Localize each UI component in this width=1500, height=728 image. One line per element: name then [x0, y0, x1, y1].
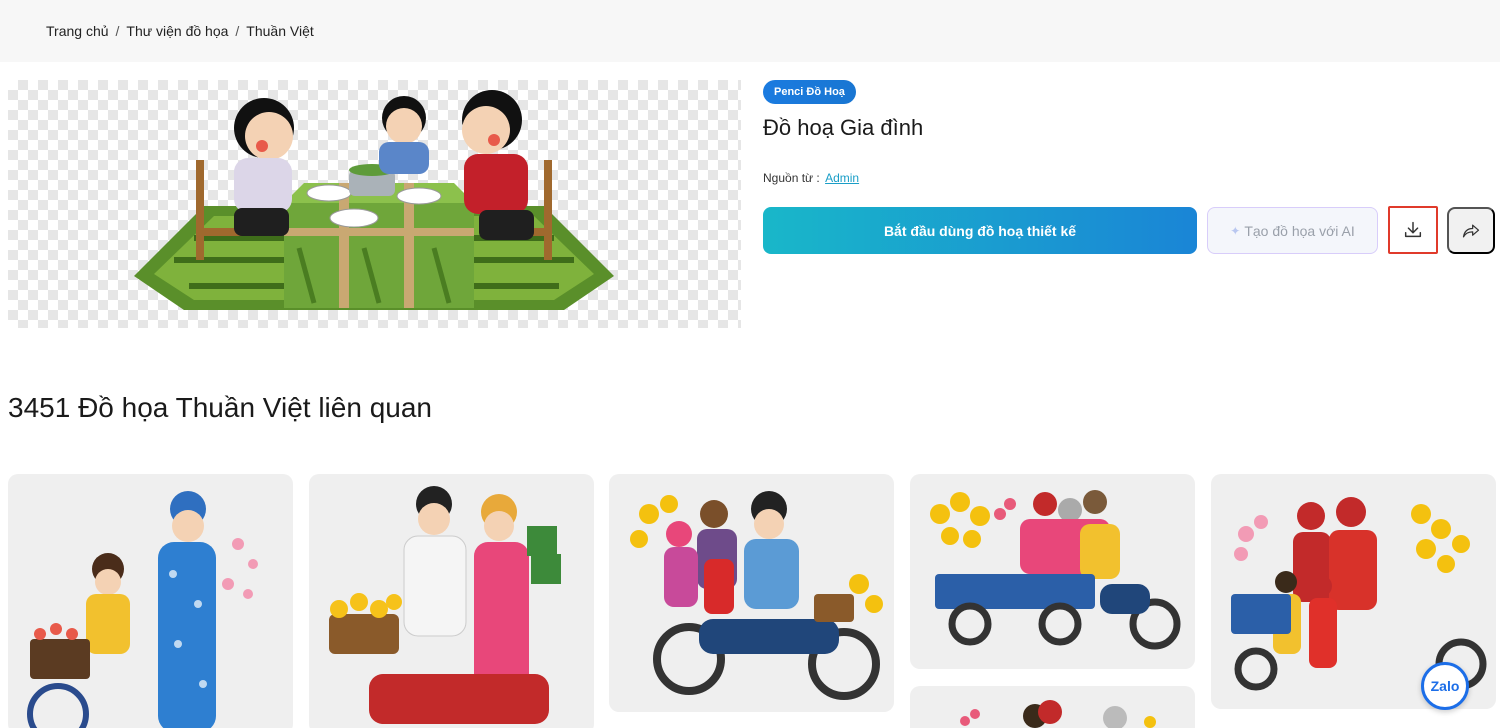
breadcrumb-current[interactable]: Thuần Việt [246, 23, 313, 39]
breadcrumb-home[interactable]: Trang chủ [46, 23, 109, 39]
create-ai-graphic-button[interactable]: ✦ Tạo đồ họa với AI [1207, 207, 1378, 254]
ao-dai-mother-son-bicycle-image [27, 491, 258, 728]
family-tricycle-cart-image [930, 490, 1181, 650]
sparkle-icon: ✦ [1230, 223, 1241, 238]
breadcrumb: Trang chủ / Thư viện đồ họa / Thuần Việt [46, 23, 314, 39]
related-graphic-card[interactable] [910, 474, 1195, 669]
breadcrumb-graphics-library[interactable]: Thư viện đồ họa [126, 23, 228, 39]
create-ai-graphic-label: Tạo đồ họa với AI [1244, 222, 1355, 239]
related-graphic-card[interactable] [8, 474, 293, 728]
family-meal-illustration [134, 90, 614, 310]
source-label: Nguồn từ : [763, 171, 820, 185]
family-motorbike-flowers-image [630, 491, 883, 700]
download-icon [1404, 221, 1422, 238]
source-author-link[interactable]: Admin [825, 171, 859, 185]
share-icon [1462, 224, 1480, 237]
breadcrumb-bar: Trang chủ / Thư viện đồ họa / Thuần Việt [0, 0, 1500, 62]
related-graphic-card[interactable] [609, 474, 894, 712]
family-flowers-image-partial [960, 700, 1156, 728]
breadcrumb-separator: / [235, 23, 240, 39]
source-line: Nguồn từ : Admin [763, 171, 859, 185]
related-graphics-heading: 3451 Đồ họa Thuần Việt liên quan [8, 392, 432, 423]
share-button[interactable] [1447, 207, 1495, 254]
category-badge: Penci Đồ Hoạ [763, 80, 856, 104]
related-graphic-card[interactable] [910, 686, 1195, 728]
zalo-chat-button[interactable]: Zalo [1421, 662, 1469, 710]
start-design-button[interactable]: Bắt đầu dùng đồ hoạ thiết kế [763, 207, 1197, 254]
graphic-preview [8, 80, 741, 328]
related-graphic-card[interactable] [309, 474, 594, 728]
page-title: Đồ hoạ Gia đình [763, 115, 924, 140]
couple-motorbike-image [329, 486, 561, 724]
breadcrumb-separator: / [115, 23, 120, 39]
download-button[interactable] [1388, 206, 1438, 254]
